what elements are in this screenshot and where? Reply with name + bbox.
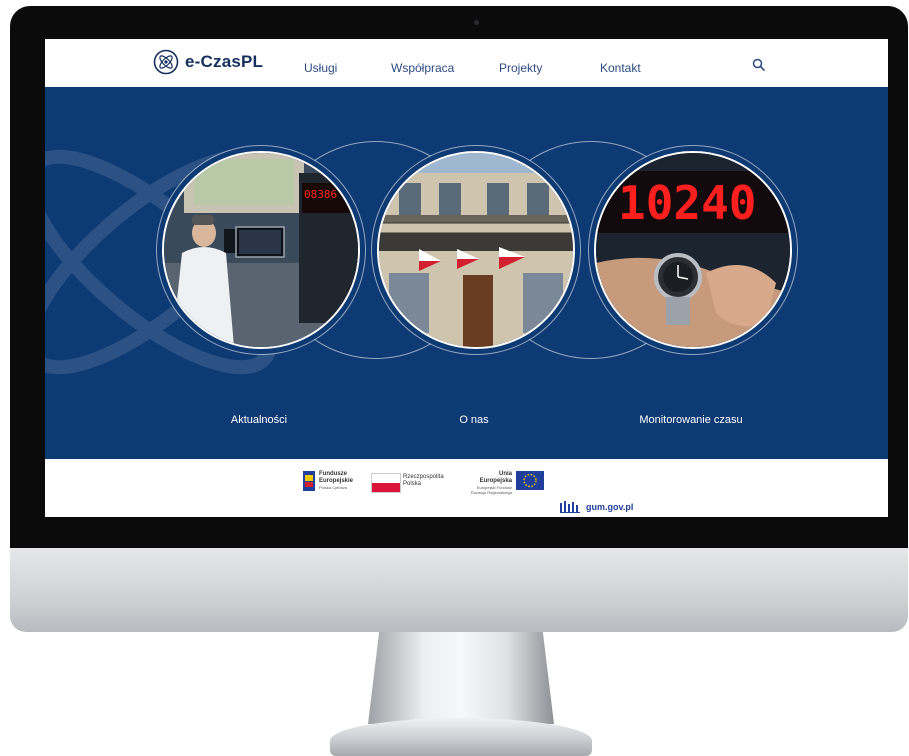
website-screen: e-CzasPL Usługi Współpraca Projekty Kont… <box>45 39 888 517</box>
brand-logo[interactable]: e-CzasPL <box>153 49 263 75</box>
news-circle-image[interactable]: 08386 650886 <box>162 151 360 349</box>
ue-line3: Rozwoju Regionalnego <box>470 490 512 495</box>
atom-logo-icon <box>153 49 179 75</box>
nav-item-wspolpraca[interactable]: Współpraca <box>391 61 454 75</box>
nav-item-projekty[interactable]: Projekty <box>499 61 542 75</box>
eu-flag-icon <box>516 471 544 490</box>
ue-line1: Unia Europejska <box>479 471 512 484</box>
rp-line2: Polska <box>403 481 422 487</box>
hero-section: 08386 650886 <box>45 87 888 459</box>
rp-line1: Rzeczpospolita <box>403 474 444 480</box>
fe-logo: Fundusze Europejskie Polska Cyfrowa <box>303 471 353 491</box>
ue-logo-text: Unia Europejska Europejski Fundusz Rozwo… <box>466 471 512 495</box>
monitor-chin <box>10 548 908 632</box>
gum-link[interactable]: gum.gov.pl <box>560 501 633 513</box>
fe-line1: Fundusze <box>319 471 347 477</box>
clock-display-text: 10240 <box>618 176 756 230</box>
funding-footer: Fundusze Europejskie Polska Cyfrowa Rzec… <box>45 459 888 517</box>
rp-logo-text: Rzeczpospolita Polska <box>403 474 444 488</box>
section-label-about[interactable]: O nas <box>384 414 564 426</box>
brand-name: e-CzasPL <box>185 52 264 71</box>
monitoring-circle-image[interactable]: 10240 <box>594 151 792 349</box>
nav-item-uslugi[interactable]: Usługi <box>304 61 337 75</box>
monitor-stand-foot <box>330 718 592 756</box>
webcam-dot <box>474 20 479 25</box>
fe-line2: Europejskie <box>319 478 354 484</box>
section-label-news[interactable]: Aktualności <box>169 414 349 426</box>
section-label-monitoring[interactable]: Monitorowanie czasu <box>601 414 781 426</box>
watch-photo: 10240 <box>596 153 790 347</box>
gum-label: gum.gov.pl <box>586 502 634 512</box>
top-navbar: e-CzasPL Usługi Współpraca Projekty Kont… <box>45 39 888 87</box>
about-circle-image[interactable] <box>377 151 575 349</box>
search-icon[interactable] <box>752 58 766 72</box>
lab-photo: 08386 650886 <box>164 153 358 347</box>
nav-item-kontakt[interactable]: Kontakt <box>600 61 641 75</box>
gum-bars-icon <box>560 501 580 513</box>
building-photo <box>379 153 573 347</box>
monitor-stand-neck <box>368 632 554 724</box>
poland-flag-icon <box>371 473 401 493</box>
fe-star-icon <box>303 471 315 491</box>
fe-line3: Polska Cyfrowa <box>319 485 347 490</box>
